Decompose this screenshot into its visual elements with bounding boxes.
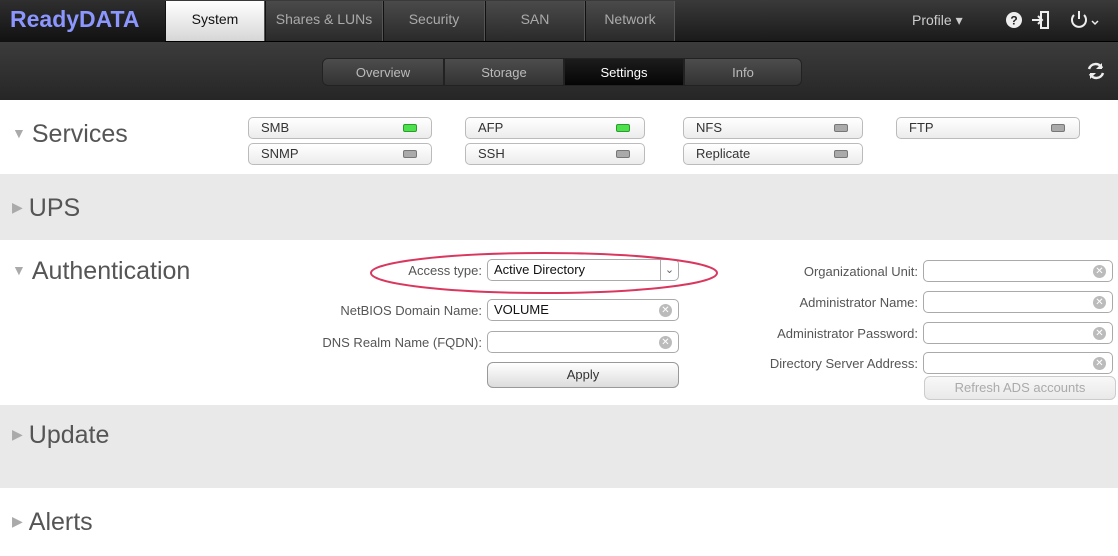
service-label: SMB [261,120,290,135]
status-led-icon [834,150,848,158]
status-led-icon [403,150,417,158]
status-led-icon [616,150,630,158]
secondary-nav-bar: Overview Storage Settings Info [0,42,1118,100]
tab-info[interactable]: Info [684,58,802,86]
logo: ReadyDATA [0,0,165,42]
tab-storage[interactable]: Storage [444,58,564,86]
refresh-icon[interactable] [1085,60,1107,82]
clear-icon[interactable]: ✕ [1093,296,1106,309]
service-smb[interactable]: SMB [248,117,432,139]
directory-server-label: Directory Server Address: [769,356,918,371]
alerts-section: ▶ Alerts [0,488,1118,556]
clear-icon[interactable]: ✕ [659,304,672,317]
tab-overview[interactable]: Overview [322,58,444,86]
collapse-triangle-icon: ▶ [12,199,23,215]
admin-name-label: Administrator Name: [799,295,918,310]
tab-settings[interactable]: Settings [564,58,684,86]
tab-security[interactable]: Security [383,1,485,41]
status-led-icon [834,124,848,132]
service-label: Replicate [696,146,751,161]
dns-realm-label: DNS Realm Name (FQDN): [322,335,482,350]
netbios-domain-field[interactable]: VOLUME ✕ [487,299,679,321]
alerts-header[interactable]: ▶ Alerts [12,508,93,537]
service-label: FTP [909,120,934,135]
tab-system[interactable]: System [165,1,265,41]
logout-icon[interactable] [1030,9,1052,31]
expand-triangle-icon: ▼ [12,262,26,278]
tab-shares-luns[interactable]: Shares & LUNs [265,1,383,41]
expand-triangle-icon: ▼ [12,125,26,141]
service-replicate[interactable]: Replicate [683,143,863,165]
service-nfs[interactable]: NFS [683,117,863,139]
highlight-ellipse [370,252,718,294]
authentication-section: ▼ Authentication Access type: Active Dire… [0,240,1118,405]
alerts-title: Alerts [28,508,93,536]
ou-label: Organizational Unit: [803,264,918,279]
admin-password-field[interactable]: ✕ [923,322,1113,344]
authentication-title: Authentication [31,257,191,285]
status-led-icon [1051,124,1065,132]
update-title: Update [28,421,110,449]
status-led-icon [403,124,417,132]
help-icon[interactable]: ? [1003,9,1025,31]
apply-button[interactable]: Apply [487,362,679,388]
ups-title: UPS [28,194,81,222]
clear-icon[interactable]: ✕ [659,336,672,349]
directory-server-field[interactable]: ✕ [923,352,1113,374]
service-label: SNMP [261,146,299,161]
clear-icon[interactable]: ✕ [1093,357,1106,370]
services-section: ▼ Services SMB AFP NFS FTP SNMP SSH Repli… [0,100,1118,174]
netbios-label: NetBIOS Domain Name: [340,303,482,318]
netbios-value: VOLUME [494,302,549,317]
service-label: NFS [696,120,722,135]
dns-realm-field[interactable]: ✕ [487,331,679,353]
service-label: AFP [478,120,504,135]
admin-password-label: Administrator Password: [777,326,918,341]
organizational-unit-field[interactable]: ✕ [923,260,1113,282]
service-label: SSH [478,146,505,161]
admin-name-field[interactable]: ✕ [923,291,1113,313]
refresh-ads-button[interactable]: Refresh ADS accounts [924,376,1116,400]
ups-section: ▶ UPS [0,174,1118,240]
power-icon[interactable] [1068,9,1102,31]
ups-header[interactable]: ▶ UPS [12,194,80,223]
service-snmp[interactable]: SNMP [248,143,432,165]
collapse-triangle-icon: ▶ [12,513,23,529]
update-header[interactable]: ▶ Update [12,421,109,450]
tab-san[interactable]: SAN [485,1,585,41]
clear-icon[interactable]: ✕ [1093,265,1106,278]
tab-network[interactable]: Network [585,1,675,41]
clear-icon[interactable]: ✕ [1093,327,1106,340]
services-header[interactable]: ▼ Services [12,120,128,149]
authentication-header[interactable]: ▼ Authentication [12,257,190,286]
service-ssh[interactable]: SSH [465,143,645,165]
collapse-triangle-icon: ▶ [12,426,23,442]
top-nav-bar: ReadyDATA System Shares & LUNs Security … [0,0,1118,42]
service-afp[interactable]: AFP [465,117,645,139]
service-ftp[interactable]: FTP [896,117,1080,139]
services-title: Services [31,120,128,148]
svg-text:?: ? [1010,14,1017,28]
update-section: ▶ Update [0,405,1118,488]
profile-menu[interactable]: Profile ▾ [912,0,963,42]
status-led-icon [616,124,630,132]
